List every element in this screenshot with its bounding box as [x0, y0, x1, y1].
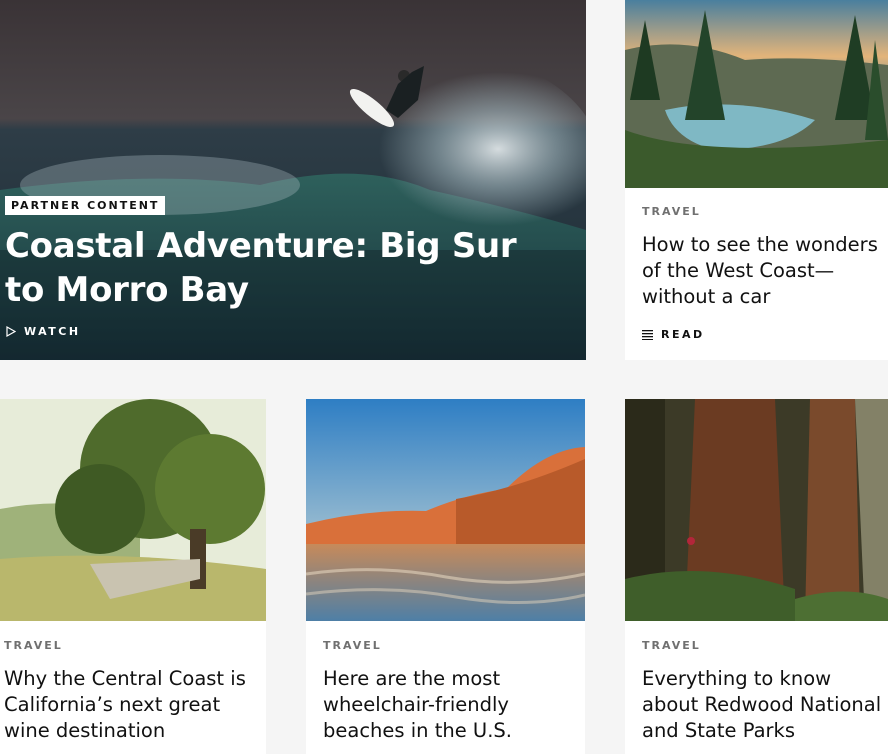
- vineyard-oak-image: [0, 399, 266, 621]
- category-kicker[interactable]: TRAVEL: [642, 639, 701, 652]
- article-title[interactable]: Everything to know about Redwood Nationa…: [642, 666, 888, 744]
- watch-label: WATCH: [24, 325, 81, 338]
- article-card[interactable]: TRAVEL Here are the most wheelchair-frie…: [306, 399, 585, 754]
- article-card[interactable]: TRAVEL Why the Central Coast is Californ…: [0, 399, 266, 754]
- beach-cliffs-image: [306, 399, 585, 621]
- read-link[interactable]: READ: [642, 328, 705, 341]
- article-title[interactable]: Why the Central Coast is California’s ne…: [4, 666, 262, 744]
- category-kicker[interactable]: TRAVEL: [323, 639, 382, 652]
- article-title[interactable]: How to see the wonders of the West Coast…: [642, 232, 886, 310]
- article-card[interactable]: TRAVEL How to see the wonders of the Wes…: [625, 0, 888, 360]
- hero-title[interactable]: Coastal Adventure: Big Sur to Morro Bay: [5, 224, 545, 312]
- watch-link[interactable]: WATCH: [6, 325, 81, 338]
- play-icon: [6, 326, 16, 337]
- forest-lake-image: [625, 0, 888, 188]
- category-kicker[interactable]: TRAVEL: [4, 639, 63, 652]
- hero-card[interactable]: PARTNER CONTENT Coastal Adventure: Big S…: [0, 0, 586, 360]
- article-title[interactable]: Here are the most wheelchair-friendly be…: [323, 666, 581, 744]
- partner-content-badge: PARTNER CONTENT: [5, 196, 166, 215]
- read-label: READ: [661, 328, 705, 341]
- category-kicker[interactable]: TRAVEL: [642, 205, 701, 218]
- article-card[interactable]: TRAVEL Everything to know about Redwood …: [625, 399, 888, 754]
- redwood-forest-image: [625, 399, 888, 621]
- menu-lines-icon: [642, 329, 653, 340]
